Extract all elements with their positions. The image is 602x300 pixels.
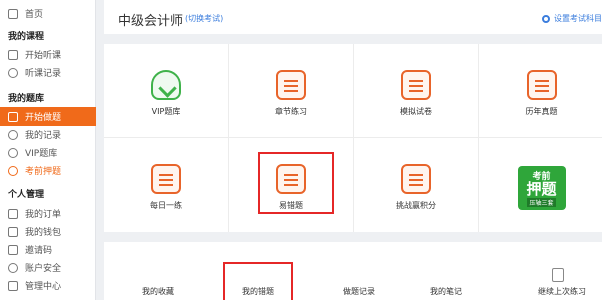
highlight-box-my-errors: [223, 262, 293, 300]
sidebar-item-home[interactable]: 首页: [0, 4, 96, 23]
settings-link[interactable]: 设置考试科目: [542, 13, 602, 24]
grid-item-chapter[interactable]: 章节练习: [229, 44, 354, 138]
home-icon: [8, 8, 18, 19]
sidebar-item-invite[interactable]: 邀请码: [0, 240, 96, 259]
history-icon: [8, 67, 18, 78]
vip-icon: [8, 147, 18, 158]
grid-item-label: 历年真题: [525, 107, 558, 116]
grid-item-label: 每日一练: [150, 201, 182, 210]
mock-exam-icon: [401, 70, 431, 100]
challenge-icon: [401, 164, 431, 194]
target-icon: [8, 165, 18, 176]
grid-item-daily[interactable]: 每日一练: [104, 138, 229, 232]
grid-item-challenge[interactable]: 挑战赢积分: [354, 138, 479, 232]
sidebar-item-label: 邀请码: [25, 246, 53, 256]
continue-practice-link[interactable]: 继续上次练习: [538, 286, 586, 297]
sidebar-item-label: 我的记录: [25, 131, 62, 141]
grid-item-mock[interactable]: 模拟试卷: [354, 44, 479, 138]
sidebar-section-personal: 个人管理: [8, 190, 45, 200]
grid-item-past[interactable]: 历年真题: [479, 44, 602, 138]
sidebar-item-label: 考前押题: [25, 167, 62, 177]
vip-heart-icon: [151, 70, 181, 100]
sidebar-item-security[interactable]: 账户安全: [0, 258, 96, 277]
settings-label: 设置考试科目: [554, 14, 602, 23]
sidebar-item-wallet[interactable]: 我的钱包: [0, 222, 96, 241]
sidebar-item-label: 管理中心: [25, 282, 62, 292]
favorites-link[interactable]: 我的收藏: [142, 286, 174, 297]
sidebar-item-start-course[interactable]: 开始听课: [0, 45, 96, 64]
sidebar-item-label: 我的订单: [25, 210, 62, 220]
grid-item-promo[interactable]: 考前 押题 压轴三套: [479, 138, 602, 232]
security-icon: [8, 262, 18, 273]
wallet-icon: [8, 226, 18, 237]
continue-practice-icon: [552, 268, 564, 282]
sidebar: 首页 我的课程 开始听课 听课记录 我的题库 开始做题 我的记录 VIP题库 考…: [0, 0, 96, 300]
grid-item-vip[interactable]: VIP题库: [104, 44, 229, 138]
promo-text-sub: 压轴三套: [527, 198, 556, 207]
grid-item-label: 挑战赢积分: [396, 201, 436, 210]
practice-history-link[interactable]: 做题记录: [343, 286, 375, 297]
promo-text-main: 押题: [526, 180, 557, 198]
bottom-tools: 我的收藏 我的错题 做题记录 我的笔记 继续上次练习: [104, 242, 602, 300]
page-title: 中级会计师: [118, 14, 184, 29]
edit-icon: [8, 111, 18, 122]
sidebar-section-course: 我的课程: [8, 32, 45, 42]
order-icon: [8, 208, 18, 219]
header: 中级会计师 (切换考试) 设置考试科目: [104, 0, 602, 34]
sidebar-item-label: 开始听课: [25, 51, 62, 61]
sidebar-section-bank: 我的题库: [8, 94, 45, 104]
highlight-box-error-question: [258, 152, 334, 214]
history-icon: [8, 129, 18, 140]
sidebar-item-label: 开始做题: [25, 113, 62, 123]
sidebar-item-course-history[interactable]: 听课记录: [0, 63, 96, 82]
play-icon: [8, 49, 18, 60]
sidebar-item-label: VIP题库: [25, 149, 58, 159]
manage-icon: [8, 280, 18, 291]
sidebar-item-manage[interactable]: 管理中心: [0, 276, 96, 295]
sidebar-item-label: 我的钱包: [25, 228, 62, 238]
invite-icon: [8, 244, 18, 255]
question-bank-grid: VIP题库 章节练习 模拟试卷 历年真题 每日一练 易错题 挑战赢积分 考前 押…: [104, 44, 602, 232]
grid-item-label: 章节练习: [275, 107, 307, 116]
sidebar-item-my-records[interactable]: 我的记录: [0, 125, 96, 144]
gear-icon: [542, 14, 550, 23]
switch-exam-link[interactable]: (切换考试): [185, 13, 223, 24]
sidebar-item-orders[interactable]: 我的订单: [0, 204, 96, 223]
grid-item-label: 模拟试卷: [400, 107, 432, 116]
chapter-icon: [276, 70, 306, 100]
calendar-icon: [151, 164, 181, 194]
sidebar-item-exam-predict[interactable]: 考前押题: [0, 161, 96, 180]
sidebar-item-label: 首页: [25, 10, 44, 20]
sidebar-item-label: 账户安全: [25, 264, 62, 274]
sidebar-item-vip-bank[interactable]: VIP题库: [0, 143, 96, 162]
sidebar-item-label: 听课记录: [25, 69, 62, 79]
sidebar-item-start-practice[interactable]: 开始做题: [0, 107, 96, 126]
exam-predict-banner: 考前 押题 压轴三套: [517, 166, 566, 210]
notes-link[interactable]: 我的笔记: [430, 286, 462, 297]
grid-item-label: VIP题库: [151, 107, 181, 116]
past-papers-icon: [526, 70, 557, 100]
